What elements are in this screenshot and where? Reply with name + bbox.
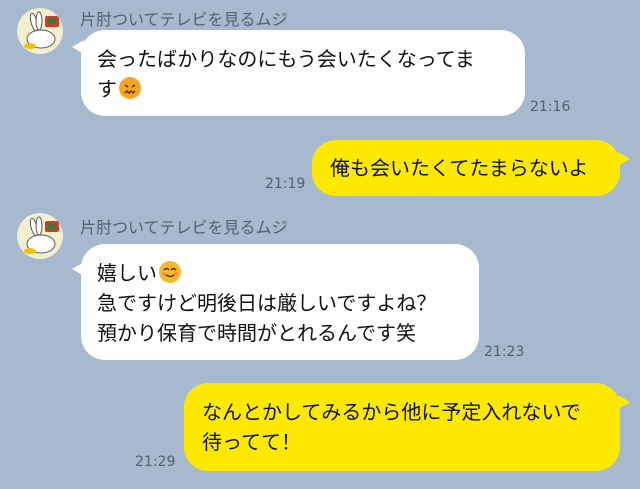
message-text: なんとかしてみるから他に予定入れないで 待ってて！ xyxy=(202,400,581,454)
sender-name: 片肘ついてテレビを見るムジ xyxy=(80,218,288,237)
persevering-face-emoji xyxy=(119,77,141,99)
smiling-face-emoji xyxy=(159,261,181,283)
message-bubble[interactable]: なんとかしてみるから他に予定入れないで 待ってて！ xyxy=(184,383,620,471)
message-text: 会ったばかりなのにもう会いたくなってま す xyxy=(97,47,475,101)
timestamp: 21:16 xyxy=(530,99,571,115)
message-text-rest: 急ですけど明後日は厳しいですよね？ 預かり保育で時間がとれるんです笑 xyxy=(97,291,437,345)
message-bubble[interactable]: 会ったばかりなのにもう会いたくなってま す xyxy=(81,30,525,116)
message-text-line1: 嬉しい xyxy=(97,261,157,285)
message-bubble[interactable]: 俺も会いたくてたまらないよ xyxy=(312,140,620,196)
sender-name: 片肘ついてテレビを見るムジ xyxy=(80,10,288,29)
timestamp: 21:23 xyxy=(484,344,525,360)
timestamp: 21:19 xyxy=(265,176,306,192)
message-text: 俺も会いたくてたまらないよ xyxy=(330,156,589,180)
timestamp: 21:29 xyxy=(135,454,176,470)
mouji-rabbit-tv-icon xyxy=(24,216,59,254)
mouji-rabbit-tv-icon xyxy=(24,11,59,49)
avatar[interactable] xyxy=(17,213,63,259)
avatar[interactable] xyxy=(17,8,63,54)
message-bubble[interactable]: 嬉しい急ですけど明後日は厳しいですよね？ 預かり保育で時間がとれるんです笑 xyxy=(81,244,479,360)
